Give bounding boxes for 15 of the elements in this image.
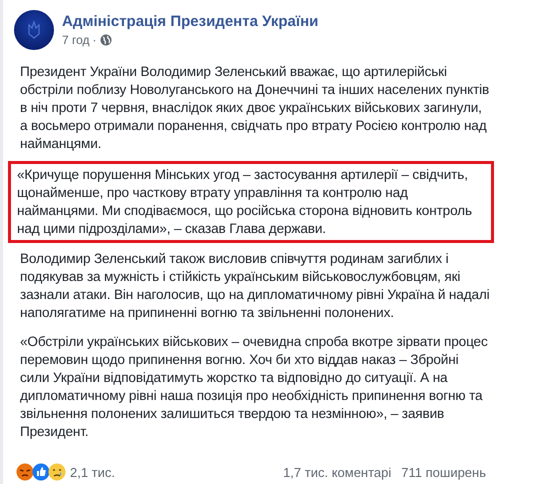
sad-reaction-icon[interactable]: [48, 463, 66, 481]
like-reaction-icon[interactable]: [32, 463, 50, 481]
post-paragraph: «Обстріли українських військових – очевидна спроба вкотре зірвати процес перемовин щодо припинення вогню. Хоч би хто віддав наказ – Збройні сили України відповідатимуть жорстко та відповідно до ситуації. А на дипломатичному рівні наша позиція про необхідність припинення вогню та звільнення полонених залишиться твердою та незмінною», – заявив Президент.: [19, 333, 489, 441]
reaction-count[interactable]: 2,1 тис.: [70, 464, 116, 480]
angry-reaction-icon[interactable]: [16, 463, 34, 481]
post-paragraph: Президент України Володимир Зеленський вважає, що артилерійські обстріли поблизу Новолуганського на Донеччині та інших населених пунктів в ніч проти 7 червня, внаслідок яких двоє українських військових загинули, а восьмеро отримали поранення, свідчать про втрату Росією контролю над найманцями.: [19, 63, 490, 153]
shares-link[interactable]: 711 поширень: [401, 464, 486, 480]
avatar-icon[interactable]: [14, 10, 54, 50]
page-name-link[interactable]: Адміністрація Президента України: [62, 12, 318, 31]
post-time[interactable]: 7 год: [62, 33, 90, 47]
separator-dot: ·: [92, 33, 97, 47]
globe-icon: [100, 34, 112, 46]
post-paragraph: Володимир Зеленський також висловив співчуття родинам загиблих і подякував за мужність і стійкість українським військовослужбовцям, які зазнали атаки. Він наголосив, що на дипломатичному рівні Україна й надалі наполягатиме на припиненні вогню та звільненні полонених.: [19, 250, 491, 322]
comments-link[interactable]: 1,7 тис. коментарі: [283, 464, 392, 480]
highlighted-paragraph: «Кричуще порушення Мінських угод – застосування артилерії – свідчить, щонайменше, про часткову втрату управління та контролю над найманцями. Ми сподіваємося, що російська сторона відновить контроль над цими підрозділами», – сказав Глава держави.: [8, 161, 494, 243]
